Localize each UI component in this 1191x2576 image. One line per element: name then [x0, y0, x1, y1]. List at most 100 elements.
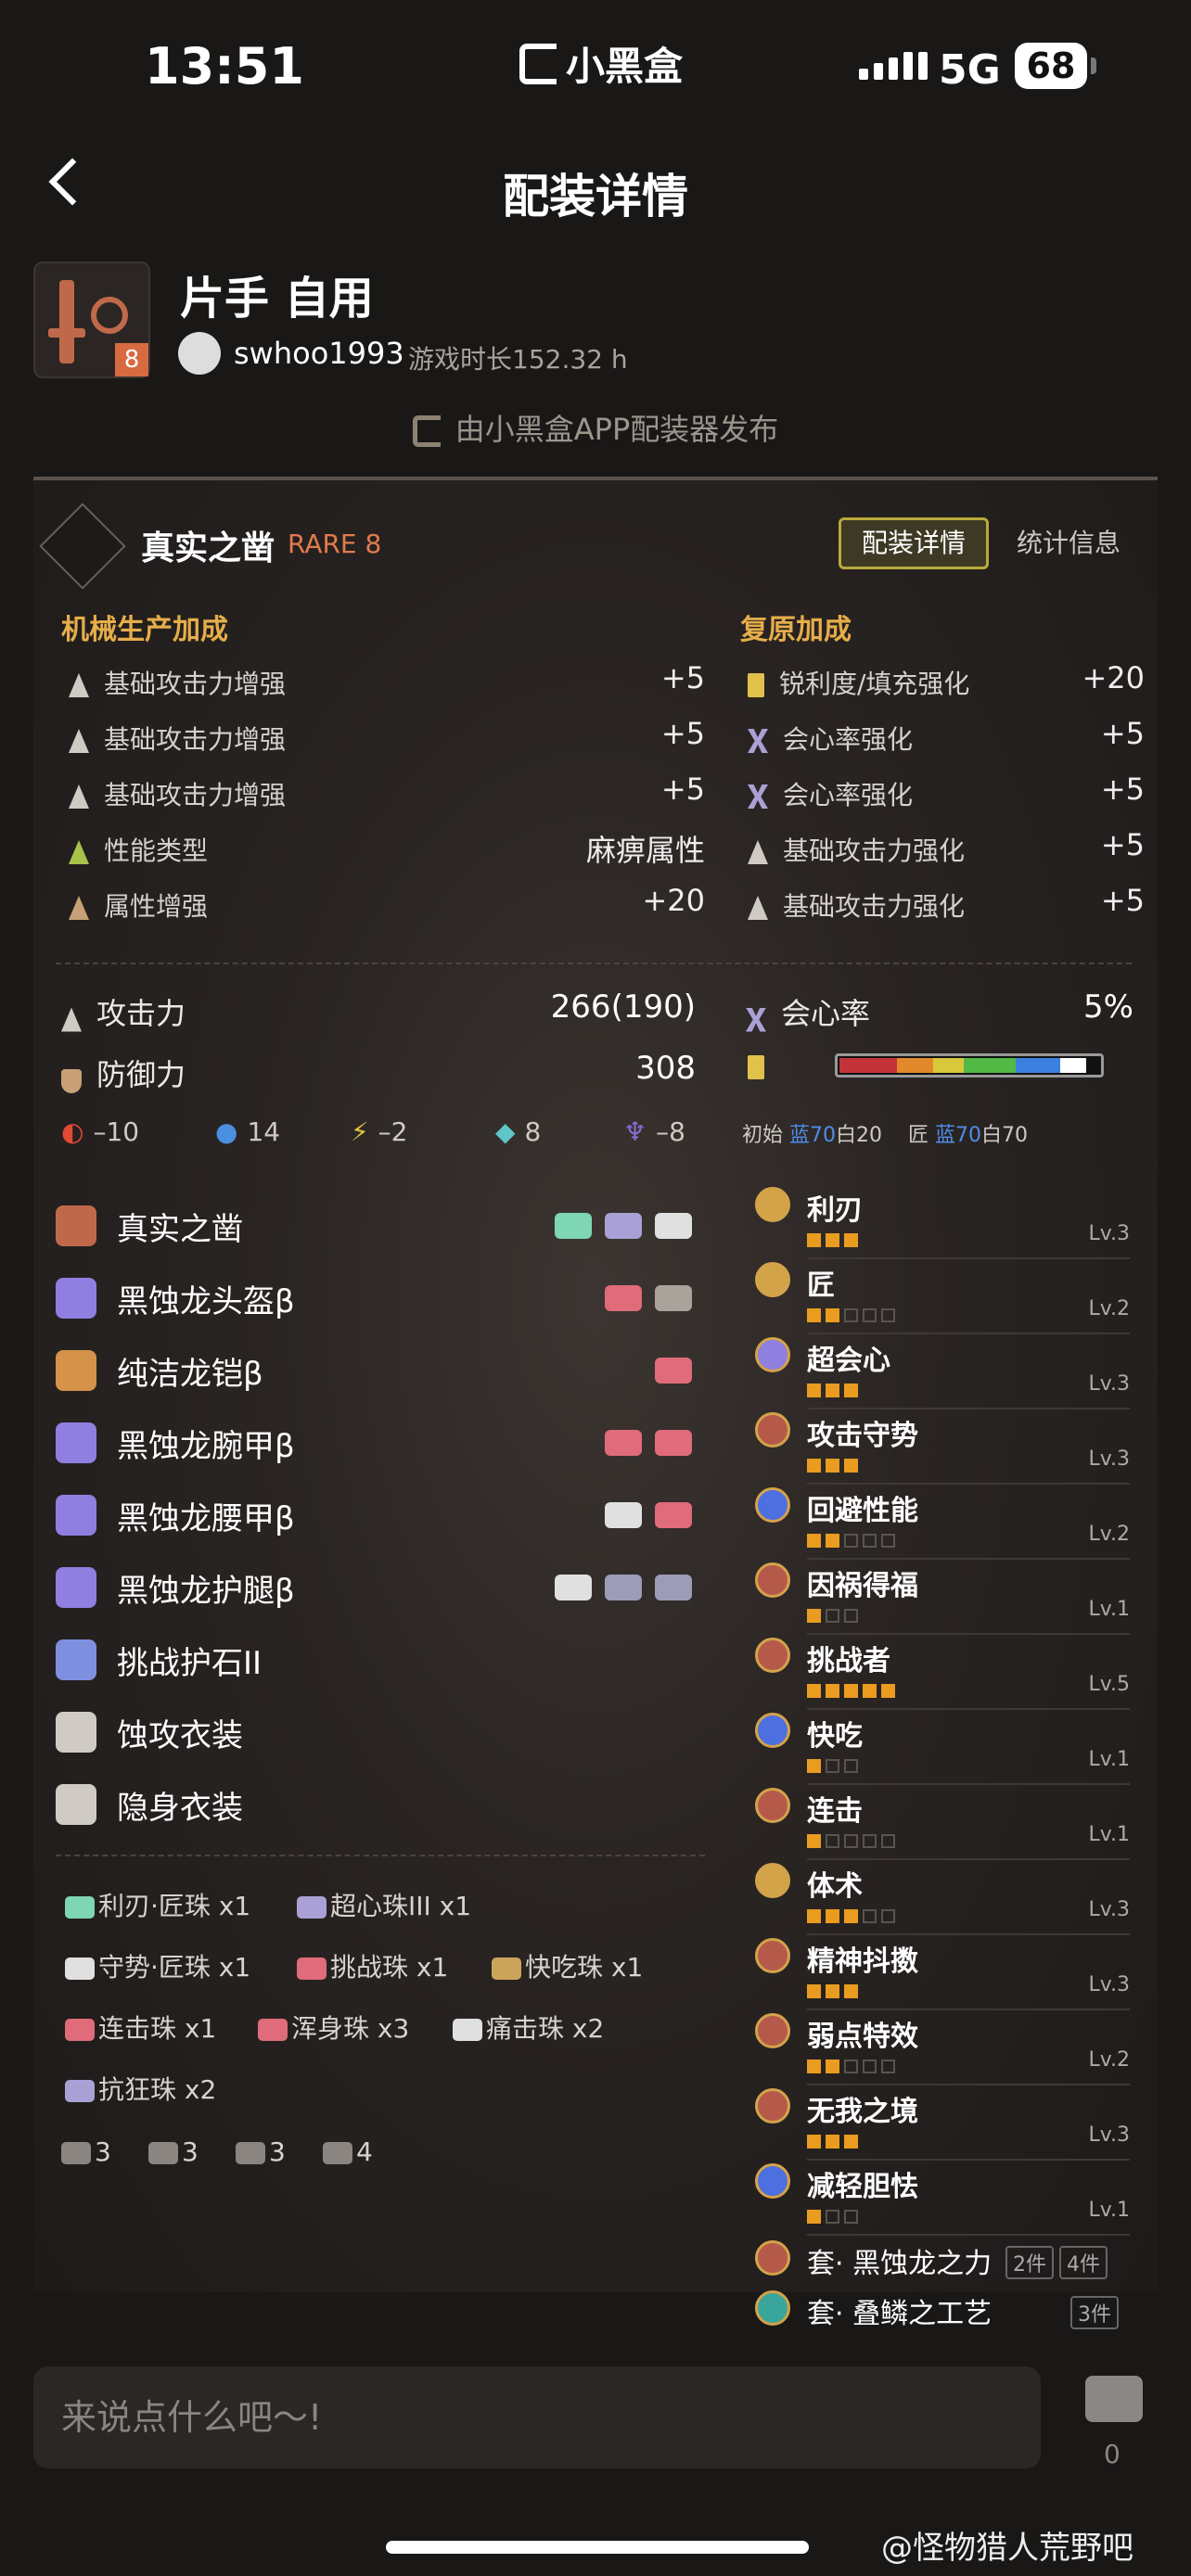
- decoration-slot-icon[interactable]: [605, 1575, 642, 1600]
- slot-icon: [61, 2142, 91, 2164]
- equipment-row[interactable]: 黑蚀龙腰甲β: [56, 1489, 705, 1545]
- decoration-slot-icon[interactable]: [655, 1502, 692, 1528]
- bonus-icon: [69, 840, 89, 864]
- decoration-slot-icon[interactable]: [605, 1430, 642, 1456]
- home-indicator[interactable]: [386, 2541, 809, 2554]
- tab-stats[interactable]: 统计信息: [996, 517, 1141, 569]
- skill-row[interactable]: 体术 Lv.3: [755, 1863, 1135, 1938]
- skill-pip: [826, 1384, 839, 1397]
- skill-row[interactable]: 攻击守势 Lv.3: [755, 1412, 1135, 1487]
- skill-divider: [807, 1257, 1130, 1259]
- set-icon: [755, 2240, 790, 2276]
- equipment-row[interactable]: 纯洁龙铠β: [56, 1345, 705, 1400]
- skill-name: 减轻胆怯: [807, 2171, 918, 2203]
- equipment-row[interactable]: 真实之凿: [56, 1200, 705, 1256]
- skill-row[interactable]: 减轻胆怯 Lv.1: [755, 2163, 1135, 2238]
- decoration-slot-icon[interactable]: [655, 1285, 692, 1311]
- set-bonus-row[interactable]: 套· 叠鳞之工艺 3件: [755, 2290, 1135, 2337]
- skill-row[interactable]: 匠 Lv.2: [755, 1262, 1135, 1337]
- decoration-item: 利刃·匠珠 x1: [65, 1886, 250, 1923]
- skill-level: Lv.1: [1088, 1598, 1130, 1621]
- skill-pips: [807, 1609, 858, 1623]
- publish-text: 由小黑盒APP配装器发布: [455, 412, 779, 447]
- mech-row: 基础攻击力增强: [69, 720, 286, 757]
- skill-divider: [807, 2009, 1130, 2010]
- skill-name: 快吃: [807, 1720, 863, 1753]
- tab-details[interactable]: 配装详情: [839, 517, 989, 569]
- skill-pip: [844, 1609, 858, 1623]
- avatar[interactable]: [178, 332, 221, 375]
- skill-row[interactable]: 超会心 Lv.3: [755, 1337, 1135, 1412]
- skill-pip: [863, 1834, 877, 1848]
- equipment-row[interactable]: 黑蚀龙头盔β: [56, 1272, 705, 1328]
- fire-icon: ◐: [61, 1116, 84, 1147]
- sharpness-bar: [835, 1053, 1104, 1078]
- skill-name: 连击: [807, 1795, 863, 1828]
- skill-row[interactable]: 利刃 Lv.3: [755, 1187, 1135, 1262]
- equipment-row[interactable]: 蚀攻衣装: [56, 1706, 705, 1762]
- skill-pip: [807, 1534, 821, 1548]
- decoration-slot-icon[interactable]: [655, 1430, 692, 1456]
- decoration-slot-icon[interactable]: [655, 1213, 692, 1239]
- decoration-slot-icon[interactable]: [655, 1358, 692, 1384]
- skill-row[interactable]: 快吃 Lv.1: [755, 1713, 1135, 1788]
- set-count-badge: 2件: [1005, 2246, 1054, 2279]
- dragon-res: ♆ –8: [623, 1116, 685, 1147]
- skill-pip: [844, 1684, 858, 1698]
- slot-count: 4: [323, 2136, 373, 2167]
- restore-row: 基础攻击力强化: [748, 886, 965, 924]
- skill-pip: [826, 1459, 839, 1473]
- water-res: ● 14: [215, 1116, 281, 1147]
- decoration-slot-icon[interactable]: [605, 1502, 642, 1528]
- skill-name: 挑战者: [807, 1645, 890, 1677]
- set-bonus-row[interactable]: 套· 黑蚀龙之力 2件 4件: [755, 2240, 1135, 2287]
- divider: [56, 963, 1132, 964]
- comment-input[interactable]: 来说点什么吧～!: [33, 2366, 1041, 2468]
- skill-row[interactable]: 挑战者 Lv.5: [755, 1638, 1135, 1713]
- weapon-rarity: RARE 8: [288, 529, 382, 559]
- skill-pips: [807, 1834, 895, 1848]
- mech-row-value: +5: [660, 772, 705, 807]
- equipment-icon: [56, 1712, 96, 1753]
- skill-name: 因祸得福: [807, 1570, 918, 1602]
- skill-pip: [826, 1984, 839, 1998]
- skill-row[interactable]: 精神抖擞 Lv.3: [755, 1938, 1135, 2013]
- skill-row[interactable]: 无我之境 Lv.3: [755, 2088, 1135, 2163]
- heybox-logo-icon: [412, 415, 441, 447]
- skill-row[interactable]: 连击 Lv.1: [755, 1788, 1135, 1863]
- decoration-slot-icon[interactable]: [605, 1285, 642, 1311]
- skill-pip: [844, 2060, 858, 2073]
- decoration-slot-icon[interactable]: [555, 1575, 592, 1600]
- skill-pip: [826, 1909, 839, 1923]
- skill-pip: [807, 1459, 821, 1473]
- username[interactable]: swhoo1993: [234, 336, 404, 371]
- skill-row[interactable]: 弱点特效 Lv.2: [755, 2013, 1135, 2088]
- skill-pip: [826, 1609, 839, 1623]
- skill-divider: [807, 2159, 1130, 2161]
- skill-pips: [807, 1759, 858, 1773]
- equipment-row[interactable]: 隐身衣装: [56, 1779, 705, 1834]
- skill-pip: [826, 1233, 839, 1247]
- equipment-row[interactable]: 黑蚀龙护腿β: [56, 1562, 705, 1617]
- equipment-row[interactable]: 挑战护石II: [56, 1634, 705, 1690]
- skill-pip: [844, 1909, 858, 1923]
- thunder-icon: ⚡: [351, 1116, 369, 1147]
- ice-res: ◆ 8: [495, 1116, 542, 1147]
- skill-row[interactable]: 回避性能 Lv.2: [755, 1487, 1135, 1562]
- defense-icon: [61, 1068, 82, 1093]
- equipment-row[interactable]: 黑蚀龙腕甲β: [56, 1417, 705, 1473]
- decoration-slot-icon[interactable]: [655, 1575, 692, 1600]
- decoration-slot-icon[interactable]: [605, 1213, 642, 1239]
- skill-pip: [844, 1759, 858, 1773]
- slot-icon: [323, 2142, 352, 2164]
- decoration-item: 超心珠III x1: [297, 1886, 471, 1923]
- decoration-slot-icon[interactable]: [555, 1213, 592, 1239]
- comment-icon[interactable]: [1085, 2376, 1143, 2422]
- skill-pip: [826, 1534, 839, 1548]
- skill-divider: [807, 1708, 1130, 1710]
- skill-pip: [826, 1834, 839, 1848]
- skill-pip: [807, 1308, 821, 1322]
- bonus-icon: [748, 673, 764, 697]
- attack-icon: [61, 1007, 82, 1032]
- skill-row[interactable]: 因祸得福 Lv.1: [755, 1562, 1135, 1638]
